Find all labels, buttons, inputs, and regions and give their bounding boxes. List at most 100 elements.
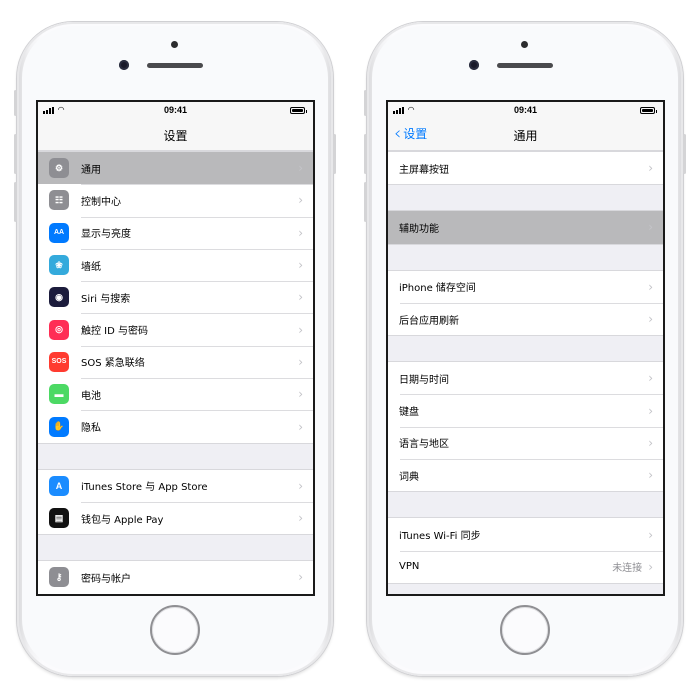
row-label: 隐私 — [81, 423, 101, 435]
home-button[interactable] — [500, 605, 550, 655]
row-label: VPN — [399, 561, 420, 573]
row-label: 后台应用刷新 — [399, 315, 459, 327]
iphone-left: ◠ 09:41 设置 ⚙ 通用 › ☷ 控制中心 › AA 显示与亮度 › ❀ 墙纸 › ◉ Siri 与… — [14, 22, 336, 676]
row-label: 通用 — [81, 164, 101, 176]
section-gap — [388, 244, 663, 270]
settings-row[interactable]: ❀ 墙纸 › — [38, 248, 313, 282]
chevron-right-icon: › — [648, 279, 653, 294]
section-gap — [388, 185, 663, 211]
battery-status-icon — [290, 107, 307, 114]
status-time: 09:41 — [513, 105, 538, 115]
settings-group: AiTunes Store 与 App Store › ▤ 钱包与 Apple Pay… — [38, 468, 313, 536]
settings-list: ⚙ 通用 › ☷ 控制中心 › AA 显示与亮度 › ❀ 墙纸 › ◉ Siri 与搜索 › ◎ 触控 ID 与… — [38, 151, 313, 594]
settings-row[interactable]: ⚙ 通用 › — [38, 152, 313, 185]
page-title: 设置 — [163, 129, 188, 143]
settings-row[interactable]: 词典 › — [388, 459, 663, 492]
app-store-icon: A — [49, 475, 69, 496]
settings-row[interactable]: ▬ 电池 › — [38, 378, 313, 411]
settings-row[interactable]: AA 显示与亮度 › — [38, 216, 313, 249]
settings-row[interactable]: AiTunes Store 与 App Store › — [38, 469, 313, 502]
flower-icon: ❀ — [49, 255, 69, 276]
settings-row[interactable]: 日期与时间 › — [388, 362, 663, 395]
settings-group: iPhone 储存空间 › 后台应用刷新 › — [388, 269, 663, 337]
nav-bar: 设置 — [38, 119, 313, 151]
home-button[interactable] — [150, 605, 200, 655]
settings-row[interactable]: 语言与地区 › — [388, 426, 663, 460]
status-bar: ◠ 09:41 — [388, 102, 663, 119]
row-label: 词典 — [399, 471, 419, 483]
row-label: 电池 — [81, 390, 101, 402]
settings-row[interactable]: 后台应用刷新 › — [388, 302, 663, 336]
switches-icon: ☷ — [49, 190, 69, 211]
chevron-right-icon: › — [298, 511, 303, 526]
settings-row[interactable]: SOS SOS 紧急联络 › — [38, 345, 313, 379]
gear-icon: ⚙ — [49, 158, 69, 179]
battery-status-icon — [640, 107, 657, 114]
settings-row[interactable]: ☷ 控制中心 › — [38, 184, 313, 217]
proximity-sensor — [521, 41, 528, 48]
general-list: 主屏幕按钮 › 辅助功能 › iPhone 储存空间 › 后台应用刷新 › 日期与时间 › 键盘 › 语… — [388, 151, 663, 594]
row-label: 日期与时间 — [399, 374, 449, 386]
front-camera — [469, 60, 479, 70]
iphone-right: ◠ 09:41 ‹ 设置 通用 主屏幕按钮 › 辅助功能 › iPhone 储存空间 › 后… — [364, 22, 686, 676]
key-icon: ⚷ — [49, 567, 69, 588]
settings-row[interactable]: ▤ 钱包与 Apple Pay › — [38, 501, 313, 535]
row-label: 墙纸 — [81, 261, 101, 273]
status-bar: ◠ 09:41 — [38, 102, 313, 119]
siri-icon: ◉ — [49, 287, 69, 308]
chevron-right-icon: › — [298, 258, 303, 273]
row-label: 触控 ID 与密码 — [81, 326, 149, 338]
settings-row[interactable]: iTunes Wi-Fi 同步 › — [388, 518, 663, 551]
settings-row[interactable]: 辅助功能 › — [388, 211, 663, 244]
proximity-sensor — [171, 41, 178, 48]
row-label: 钱包与 Apple Pay — [81, 514, 164, 526]
volume-up-button — [364, 134, 367, 174]
settings-group: ⚷ 密码与帐户 › — [38, 560, 313, 594]
chevron-right-icon: › — [648, 527, 653, 542]
settings-row[interactable]: iPhone 储存空间 › — [388, 270, 663, 303]
row-label: 密码与帐户 — [81, 573, 131, 585]
text-size-icon: AA — [49, 222, 69, 243]
settings-row[interactable]: ◉ Siri 与搜索 › — [38, 281, 313, 314]
chevron-right-icon: › — [298, 225, 303, 240]
chevron-right-icon: › — [648, 371, 653, 386]
settings-group: iTunes Wi-Fi 同步 › VPN 未连接 › — [388, 517, 663, 584]
row-label: 显示与亮度 — [81, 229, 131, 241]
chevron-right-icon: › — [648, 403, 653, 418]
section-gap — [388, 492, 663, 518]
wallet-icon: ▤ — [49, 508, 69, 529]
power-button — [333, 134, 336, 174]
row-label: iPhone 储存空间 — [399, 283, 476, 295]
chevron-right-icon: › — [648, 559, 653, 574]
mute-switch — [14, 90, 17, 116]
chevron-right-icon: › — [298, 322, 303, 337]
settings-group: 主屏幕按钮 › — [388, 151, 663, 186]
row-label: 键盘 — [399, 407, 419, 419]
settings-row[interactable]: VPN 未连接 › — [388, 550, 663, 583]
chevron-right-icon: › — [648, 220, 653, 235]
settings-row[interactable]: ⚷ 密码与帐户 › — [38, 561, 313, 594]
chevron-right-icon: › — [298, 354, 303, 369]
settings-group: ⚙ 通用 › ☷ 控制中心 › AA 显示与亮度 › ❀ 墙纸 › ◉ Siri 与搜索 › ◎ 触控 ID 与… — [38, 151, 313, 444]
chevron-right-icon: › — [298, 193, 303, 208]
settings-row[interactable]: ✋ 隐私 › — [38, 410, 313, 443]
row-label: 辅助功能 — [399, 223, 439, 235]
battery-icon: ▬ — [49, 384, 69, 405]
row-value: 未连接 — [612, 563, 643, 575]
mute-switch — [364, 90, 367, 116]
status-time: 09:41 — [163, 105, 188, 115]
settings-row[interactable]: 键盘 › — [388, 394, 663, 427]
hand-icon: ✋ — [49, 416, 69, 437]
settings-row[interactable]: 主屏幕按钮 › — [388, 152, 663, 185]
chevron-right-icon: › — [648, 312, 653, 327]
section-gap — [388, 336, 663, 362]
nav-bar: ‹ 设置 通用 — [388, 119, 663, 151]
page-title: 通用 — [513, 129, 538, 143]
row-label: SOS 紧急联络 — [81, 358, 145, 370]
front-camera — [119, 60, 129, 70]
chevron-right-icon: › — [298, 478, 303, 493]
settings-row[interactable]: ◎ 触控 ID 与密码 › — [38, 313, 313, 346]
section-gap — [38, 443, 313, 469]
power-button — [683, 134, 686, 174]
row-label: 主屏幕按钮 — [399, 164, 449, 176]
